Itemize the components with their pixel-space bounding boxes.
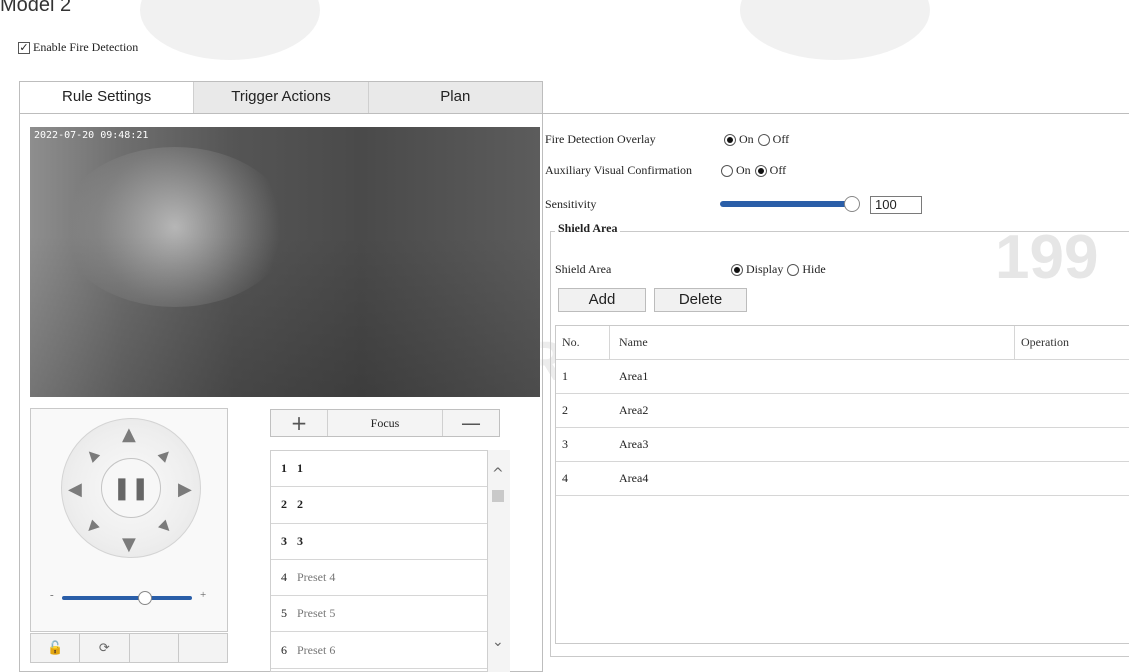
speed-plus: + <box>200 589 207 601</box>
preset-row[interactable]: 4 Preset 4 <box>271 560 487 597</box>
tab-rule-settings[interactable]: Rule Settings <box>20 82 195 113</box>
ptz-tool-empty[interactable] <box>130 634 179 662</box>
row-number: 4 <box>562 471 568 485</box>
scrollbar-thumb[interactable] <box>492 490 504 502</box>
add-button[interactable]: Add <box>558 288 646 312</box>
ptz-tool-empty[interactable] <box>179 634 227 662</box>
preset-number: 4 <box>281 570 287 585</box>
delete-button[interactable]: Delete <box>654 288 747 312</box>
table-row[interactable]: 4 Area4 <box>556 462 1129 496</box>
up-arrow-icon[interactable]: ▲ <box>122 426 136 444</box>
ptz-toolbar: 🔓 ⟳ <box>30 633 228 663</box>
fire-detection-overlay-label: Fire Detection Overlay <box>545 132 656 146</box>
3d-zoom-icon[interactable]: ⟳ <box>80 634 130 662</box>
chevron-down-icon[interactable]: ⌄ <box>492 634 504 650</box>
preset-row[interactable]: 3 3 <box>271 524 487 560</box>
preset-number: 1 <box>281 461 287 476</box>
pause-icon[interactable]: ❚❚ <box>101 458 161 518</box>
preset-scrollbar[interactable]: ^ ⌄ <box>488 450 510 672</box>
preset-label: Preset 4 <box>297 570 336 585</box>
row-name: Area3 <box>619 437 649 451</box>
shield-area-legend: Shield Area <box>555 221 621 236</box>
watermark-shape <box>740 0 930 60</box>
preset-label: 1 <box>297 461 303 476</box>
tab-bar: Rule Settings Trigger Actions Plan <box>19 81 543 113</box>
tab-plan[interactable]: Plan <box>369 82 542 113</box>
enable-fire-detection-checkbox[interactable]: ✓ <box>18 41 30 54</box>
table-header: No. Name Operation <box>556 326 1129 360</box>
row-name: Area2 <box>619 403 649 417</box>
enable-fire-detection-label: Enable Fire Detection <box>33 40 139 54</box>
preset-number: 2 <box>281 497 287 512</box>
video-timestamp: 2022-07-20 09:48:21 <box>34 130 149 141</box>
focus-plus-button[interactable]: + <box>271 410 327 436</box>
speed-track[interactable] <box>62 596 192 600</box>
tab-trigger-actions[interactable]: Trigger Actions <box>194 82 369 113</box>
auxiliary-off-label: Off <box>769 163 787 177</box>
focus-minus-button[interactable]: — <box>443 410 499 436</box>
preset-label: 2 <box>297 497 303 512</box>
focus-control: + Focus — <box>270 409 500 437</box>
overlay-off-radio[interactable] <box>757 133 770 146</box>
shield-area-row: Shield Area Display Hide <box>555 262 826 277</box>
down-arrow-icon[interactable]: ▼ <box>122 536 136 554</box>
sensitivity-label: Sensitivity <box>545 197 597 211</box>
auxiliary-on-label: On <box>736 163 751 177</box>
preset-number: 6 <box>281 642 287 657</box>
overlay-on-label: On <box>739 132 754 146</box>
table-row[interactable]: 3 Area3 <box>556 428 1129 462</box>
row-number: 2 <box>562 403 568 417</box>
overlay-on-radio[interactable] <box>724 133 736 146</box>
auxiliary-visual-confirmation-row: Auxiliary Visual Confirmation On Off <box>545 163 786 178</box>
preset-row[interactable]: 6 Preset 6 <box>271 632 487 669</box>
live-video[interactable]: 2022-07-20 09:48:21 <box>30 127 540 397</box>
row-name: Area1 <box>619 369 649 383</box>
column-operation: Operation <box>1021 335 1069 349</box>
shield-area-label: Shield Area <box>555 262 612 276</box>
column-no: No. <box>562 335 580 349</box>
shield-display-radio[interactable] <box>731 263 743 276</box>
table-row[interactable]: 1 Area1 <box>556 360 1129 394</box>
fire-detection-overlay-row: Fire Detection Overlay On Off <box>545 132 789 147</box>
speed-minus: - <box>50 589 54 601</box>
auxiliary-visual-confirmation-label: Auxiliary Visual Confirmation <box>545 163 693 177</box>
preset-row[interactable]: 5 Preset 5 <box>271 596 487 633</box>
lock-icon[interactable]: 🔓 <box>31 634 81 662</box>
enable-fire-detection[interactable]: ✓ Enable Fire Detection <box>18 40 138 55</box>
preset-label: Preset 6 <box>297 642 336 657</box>
preset-row[interactable]: 1 1 <box>271 451 487 488</box>
table-row[interactable]: 2 Area2 <box>556 394 1129 428</box>
sensitivity-slider-track[interactable] <box>720 201 854 207</box>
shield-hide-label: Hide <box>802 262 826 276</box>
shield-hide-radio[interactable] <box>787 263 800 276</box>
row-name: Area4 <box>619 471 649 485</box>
focus-label: Focus <box>327 410 443 436</box>
column-name: Name <box>619 335 648 349</box>
right-arrow-icon[interactable]: ▶ <box>178 481 192 499</box>
preset-row[interactable]: 2 2 <box>271 487 487 524</box>
page-title: Model 2 <box>0 0 72 16</box>
overlay-off-label: Off <box>772 132 790 146</box>
chevron-up-icon[interactable]: ^ <box>492 466 504 482</box>
shield-display-label: Display <box>746 262 784 276</box>
preset-label: 3 <box>297 533 303 548</box>
auxiliary-off-radio[interactable] <box>754 164 767 177</box>
preset-label: Preset 5 <box>297 606 336 621</box>
auxiliary-on-radio[interactable] <box>721 164 733 177</box>
speed-slider-handle[interactable] <box>138 591 152 605</box>
shield-area-table: No. Name Operation 1 Area1 2 Area2 3 Are… <box>555 325 1129 644</box>
row-number: 3 <box>562 437 568 451</box>
left-arrow-icon[interactable]: ◀ <box>68 481 82 499</box>
sensitivity-value-input[interactable]: 100 <box>870 196 922 214</box>
row-number: 1 <box>562 369 568 383</box>
preset-number: 3 <box>281 533 287 548</box>
watermark-shape <box>140 0 320 60</box>
preset-list: 1 1 2 2 3 3 4 Preset 4 5 Preset 5 6 Pres… <box>270 450 488 672</box>
ptz-speed-slider[interactable]: - + <box>50 589 210 606</box>
sensitivity-slider-handle[interactable] <box>844 196 860 212</box>
preset-number: 5 <box>281 606 287 621</box>
